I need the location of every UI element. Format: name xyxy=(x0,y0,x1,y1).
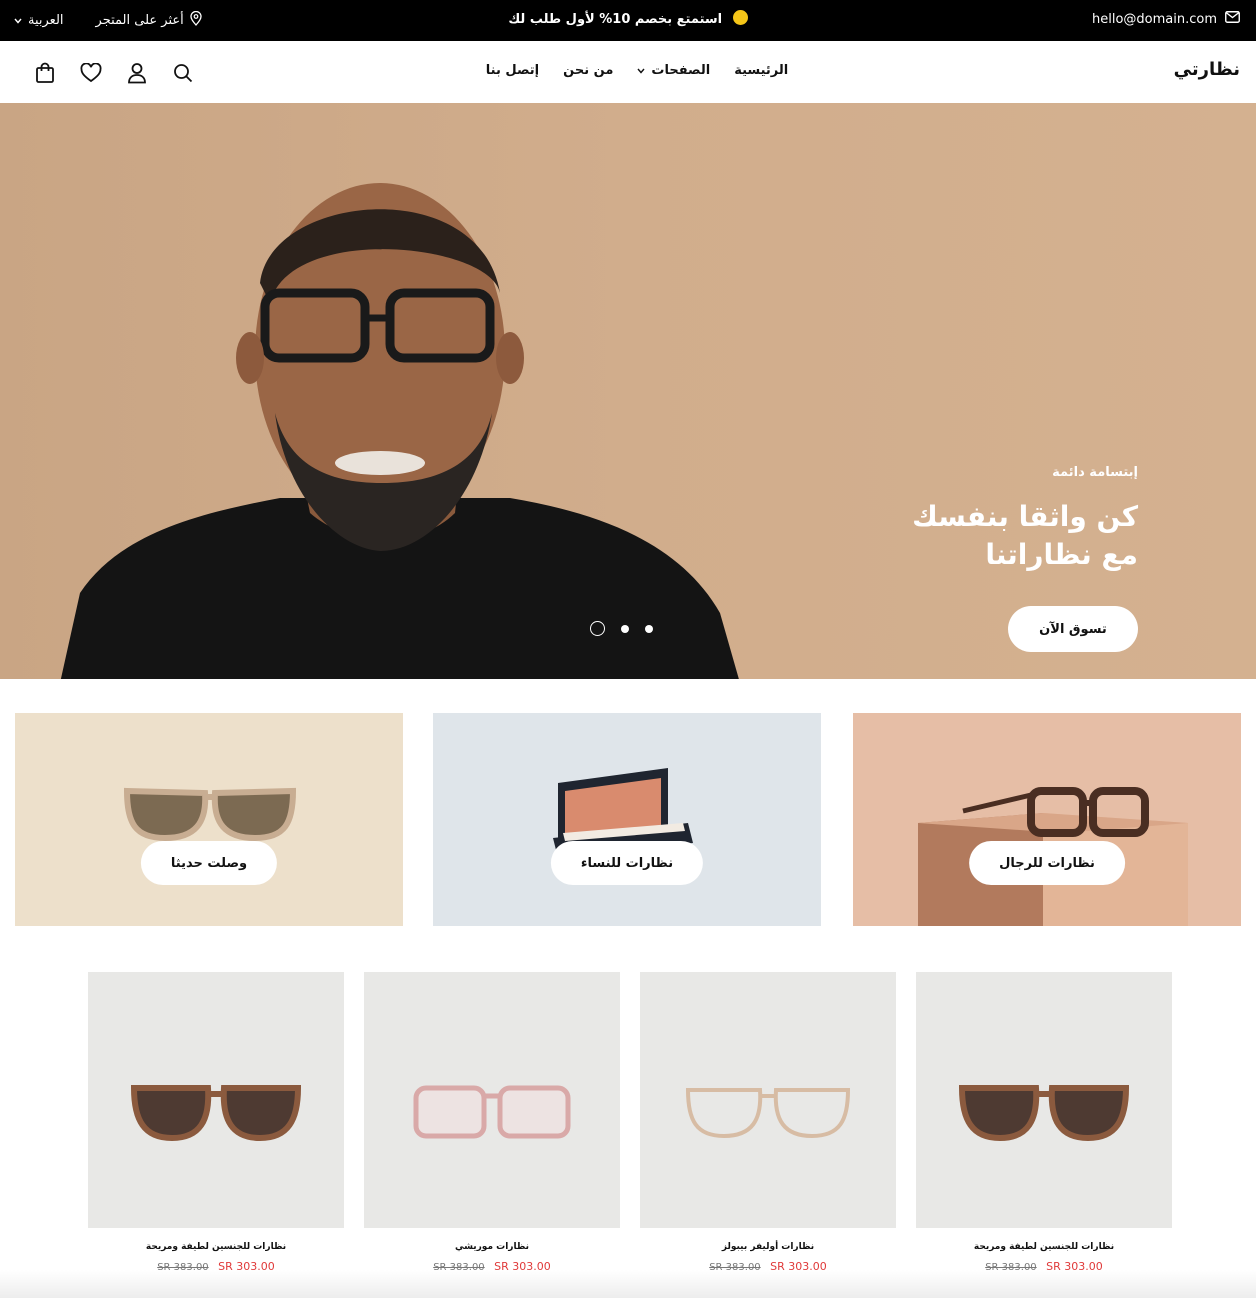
category-button[interactable]: وصلت حديثا xyxy=(140,841,278,885)
category-tile-women[interactable]: نظارات للنساء xyxy=(433,713,821,926)
product-name[interactable]: نظارات موريشي xyxy=(364,1242,620,1252)
nav-item-pages[interactable]: الصفحات xyxy=(637,63,710,78)
product-name[interactable]: نظارات أوليفر بيبولز xyxy=(640,1242,896,1252)
chevron-down-icon xyxy=(637,63,645,78)
shop-now-button[interactable]: تسوق الآن xyxy=(1008,606,1138,652)
product-card[interactable]: نظارات للجنسين لطيفة ومريحة SR 383.00 SR… xyxy=(916,972,1172,1273)
glasses-case-image xyxy=(553,768,693,858)
sunglasses-image xyxy=(123,787,297,842)
location-pin-icon xyxy=(190,10,202,30)
hero-eyebrow: إبتسامة دائمة xyxy=(1052,465,1138,480)
product-image[interactable] xyxy=(916,972,1172,1228)
nav-item-home[interactable]: الرئيسية xyxy=(734,63,788,78)
category-button[interactable]: نظارات للرجال xyxy=(969,841,1125,885)
clear-glasses-image xyxy=(685,1088,851,1139)
hero-model-image xyxy=(60,183,739,679)
account-icon[interactable] xyxy=(125,61,149,85)
search-icon[interactable] xyxy=(171,61,195,85)
store-finder-label: أعثر على المتجر xyxy=(95,13,184,28)
product-card[interactable]: نظارات أوليفر بيبولز SR 383.00 SR 303.00 xyxy=(640,972,896,1273)
slider-dot[interactable] xyxy=(645,624,653,633)
nav-item-contact[interactable]: إتصل بنا xyxy=(486,63,539,78)
slider-dot[interactable] xyxy=(590,621,605,636)
language-selector[interactable]: العربية xyxy=(14,13,64,28)
announcement-bar: hello@domain.com استمتع بخصم 10% لأول طل… xyxy=(0,0,1256,41)
product-card[interactable]: نظارات للجنسين لطيفة ومريحة SR 383.00 SR… xyxy=(88,972,344,1273)
category-tile-men[interactable]: نظارات للرجال xyxy=(853,713,1241,926)
emoji-icon xyxy=(732,10,748,25)
product-name[interactable]: نظارات للجنسين لطيفة ومريحة xyxy=(88,1242,344,1252)
chevron-down-icon xyxy=(14,13,22,28)
slider-dot[interactable] xyxy=(621,624,629,633)
store-finder-link[interactable]: أعثر على المتجر xyxy=(95,10,202,30)
hero-text-block: إبتسامة دائمة كن واثقا بنفسك مع نظاراتنا xyxy=(898,465,1138,574)
sunglasses-image xyxy=(958,1085,1130,1142)
category-tile-new-arrivals[interactable]: وصلت حديثا xyxy=(15,713,403,926)
bag-icon[interactable] xyxy=(33,61,57,85)
glasses-on-pedestal-image xyxy=(918,787,1188,926)
nav-label: الصفحات xyxy=(651,63,711,78)
product-image[interactable] xyxy=(364,972,620,1228)
category-button[interactable]: نظارات للنساء xyxy=(550,841,704,885)
hero-title: كن واثقا بنفسك مع نظاراتنا xyxy=(912,500,1138,571)
product-image[interactable] xyxy=(88,972,344,1228)
product-name[interactable]: نظارات للجنسين لطيفة ومريحة xyxy=(916,1242,1172,1252)
product-card[interactable]: نظارات موريشي SR 383.00 SR 303.00 xyxy=(364,972,620,1273)
site-header: نظارتي الرئيسية الصفحات من نحن إتصل بنا xyxy=(0,41,1256,103)
nav-label: من نحن xyxy=(563,63,614,78)
pink-glasses-image xyxy=(413,1085,571,1139)
nav-label: الرئيسية xyxy=(734,63,789,78)
slider-dots xyxy=(590,621,653,636)
language-label: العربية xyxy=(28,13,64,28)
promo-text: استمتع بخصم 10% لأول طلب لك xyxy=(508,12,723,27)
heart-icon[interactable] xyxy=(79,61,103,85)
page-fade xyxy=(0,1270,1256,1298)
sunglasses-image xyxy=(130,1085,302,1142)
product-image[interactable] xyxy=(640,972,896,1228)
nav-item-about[interactable]: من نحن xyxy=(563,63,613,78)
hero-banner: إبتسامة دائمة كن واثقا بنفسك مع نظاراتنا… xyxy=(0,103,1256,679)
nav-label: إتصل بنا xyxy=(485,63,540,78)
